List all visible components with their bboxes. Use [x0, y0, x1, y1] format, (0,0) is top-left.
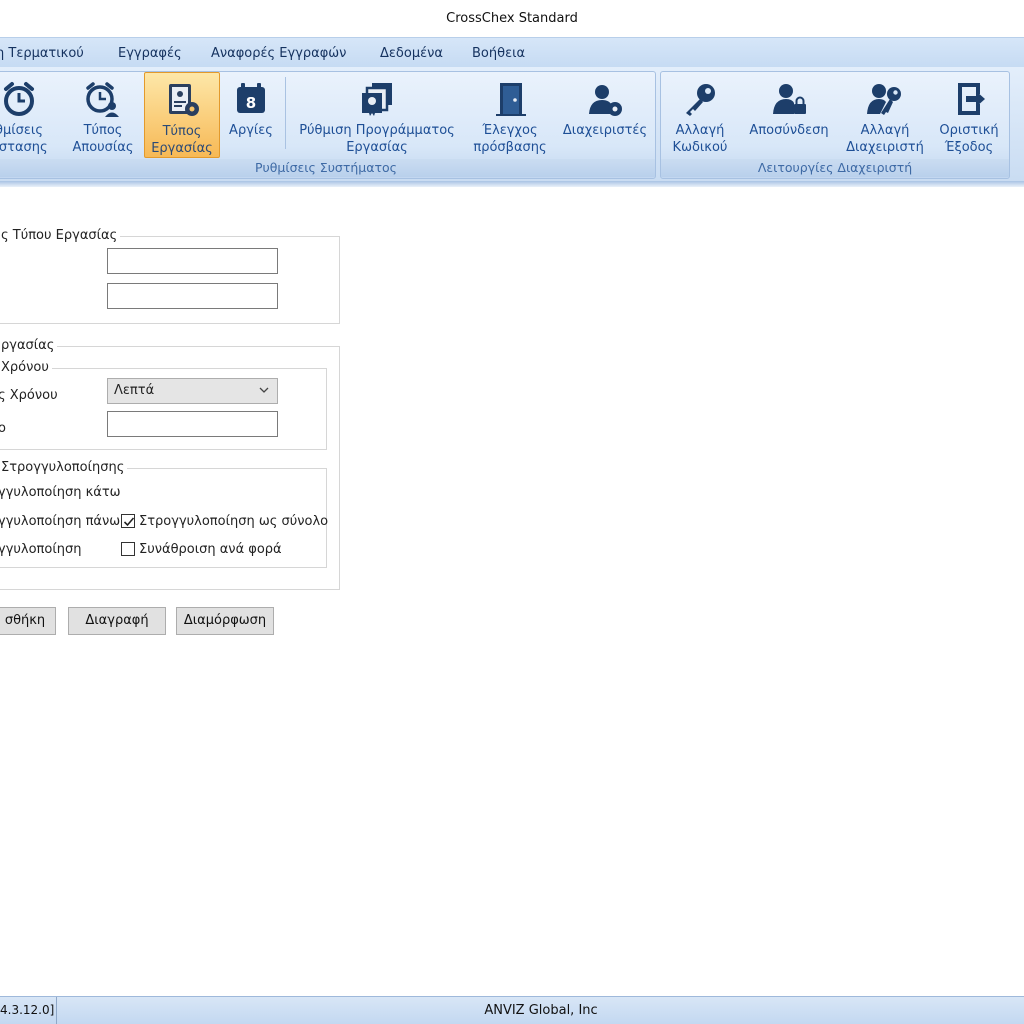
- ribbon-button-label: Τύπος Εργασίας: [151, 124, 213, 156]
- door-icon: [491, 80, 529, 118]
- status-company: ANVIZ Global, Inc: [484, 1003, 598, 1018]
- ribbon-button-label: θμίσειςάστασης: [0, 123, 48, 155]
- ribbon-button-label: Οριστική Έξοδος: [939, 123, 999, 155]
- ribbon-button-work-type[interactable]: Τύπος Εργασίας: [144, 72, 220, 158]
- status-version: 4.3.12.0]: [0, 997, 57, 1024]
- ribbon-button-label: Τύπος Απουσίας: [72, 123, 134, 155]
- ribbon-button-clock-settings[interactable]: θμίσειςάστασης: [0, 72, 52, 158]
- work-type-icon: [163, 81, 201, 119]
- modify-button[interactable]: Διαμόρφωση: [176, 607, 274, 635]
- group-legend: ργασίας: [0, 338, 58, 353]
- round-up-option[interactable]: γγυλοποίηση πάνω: [0, 514, 120, 529]
- key-icon: [681, 80, 719, 118]
- svg-text:8: 8: [246, 94, 256, 112]
- schedule-icon: [358, 80, 396, 118]
- ribbon-button-change-admin[interactable]: Αλλαγή Διαχειριστή: [844, 72, 926, 158]
- ribbon-shadow: [0, 181, 1024, 187]
- round-as-total-label: Στρογγυλοποίηση ως σύνολο: [139, 514, 329, 529]
- time-value-label: ο: [0, 421, 6, 436]
- window-title: CrossChex Standard: [446, 11, 578, 26]
- alarm-clock-icon: [0, 80, 38, 118]
- ribbon-button-label: Διαχειριστές: [562, 123, 648, 138]
- ribbon-button-label: Έλεγχος πρόσβασης: [473, 123, 547, 155]
- ribbon-button-label: Ρύθμιση Προγράμματος Εργασίας: [299, 123, 455, 155]
- menu-record-reports[interactable]: Αναφορές Εγγραφών: [211, 46, 346, 61]
- time-value-field[interactable]: [107, 411, 278, 437]
- calendar-icon: 8: [232, 80, 270, 118]
- ribbon-button-logout[interactable]: Αποσύνδεση: [744, 72, 834, 158]
- add-button[interactable]: σθήκη: [0, 607, 56, 635]
- checkmark-icon: [123, 517, 135, 527]
- menu-terminal[interactable]: η Τερματικού: [0, 46, 84, 61]
- sum-per-time-label: Συνάθροιση ανά φορά: [139, 542, 282, 557]
- title-bar: CrossChex Standard: [0, 0, 1024, 37]
- exit-icon: [950, 80, 988, 118]
- time-unit-select[interactable]: Λεπτά: [107, 378, 278, 404]
- ribbon-button-label: Αποσύνδεση: [749, 123, 829, 138]
- menu-data[interactable]: Δεδομένα: [380, 46, 443, 61]
- menu-bar: η Τερματικού Εγγραφές Αναφορές Εγγραφών …: [0, 37, 1024, 67]
- group-caption: Ρυθμίσεις Συστήματος: [0, 159, 655, 177]
- menu-records[interactable]: Εγγραφές: [118, 46, 182, 61]
- user-lock-icon: [770, 80, 808, 118]
- group-legend: Χρόνου: [0, 360, 52, 375]
- user-key-icon: [866, 80, 904, 118]
- menu-help[interactable]: Βοήθεια: [472, 46, 525, 61]
- ribbon-button-label: Αλλαγή Διαχειριστή: [846, 123, 924, 155]
- group-legend: ς Τύπου Εργασίας: [0, 228, 121, 243]
- sum-per-time-checkbox[interactable]: [121, 542, 135, 556]
- ribbon-button-schedule-settings[interactable]: Ρύθμιση Προγράμματος Εργασίας: [296, 72, 458, 158]
- ribbon-button-change-password[interactable]: Αλλαγή Κωδικού: [666, 72, 734, 158]
- admin-gear-icon: [586, 80, 624, 118]
- ribbon-button-administrators[interactable]: Διαχειριστές: [560, 72, 650, 158]
- round-down-option[interactable]: γγυλοποίηση κάτω: [0, 485, 121, 500]
- ribbon-button-exit[interactable]: Οριστική Έξοδος: [934, 72, 1004, 158]
- time-unit-label: ς Χρόνου: [0, 388, 58, 403]
- work-type-name-field[interactable]: [107, 283, 278, 309]
- group-legend: Στρογγυλοποίησης: [0, 460, 128, 475]
- ribbon-separator: [285, 77, 286, 149]
- absence-clock-icon: [84, 80, 122, 118]
- ribbon-button-access-control[interactable]: Έλεγχος πρόσβασης: [468, 72, 552, 158]
- ribbon-button-holidays[interactable]: 8 Αργίες: [222, 72, 280, 158]
- round-as-total-checkbox[interactable]: [121, 514, 135, 528]
- ribbon-button-label: Αργίες: [229, 123, 273, 138]
- chevron-down-icon: [259, 384, 269, 394]
- round-none-option[interactable]: γγυλοποίηση: [0, 542, 81, 557]
- delete-button[interactable]: Διαγραφή: [68, 607, 166, 635]
- group-caption: Λειτουργίες Διαχειριστή: [661, 159, 1009, 177]
- status-bar: 4.3.12.0] ANVIZ Global, Inc: [0, 996, 1024, 1024]
- ribbon-button-label: Αλλαγή Κωδικού: [672, 123, 728, 155]
- work-type-code-field[interactable]: [107, 248, 278, 274]
- ribbon-button-absence-type[interactable]: Τύπος Απουσίας: [66, 72, 140, 158]
- time-unit-selected: Λεπτά: [114, 383, 155, 398]
